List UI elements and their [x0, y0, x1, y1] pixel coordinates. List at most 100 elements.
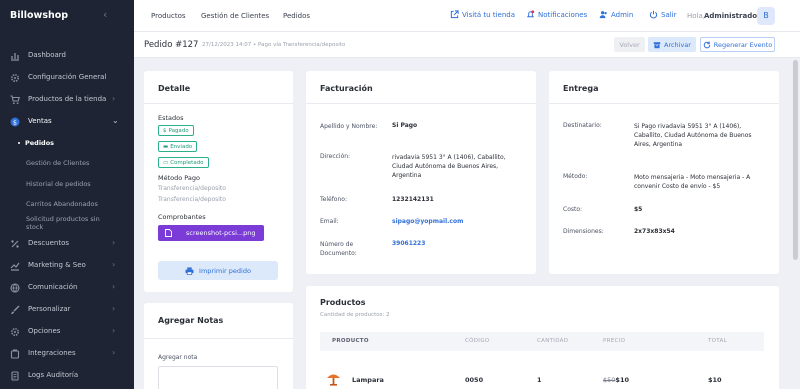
- sidebar-subitem-customers[interactable]: Gestión de Clientes: [26, 159, 89, 167]
- sidebar-subitem-orders[interactable]: Pedidos: [18, 139, 54, 147]
- chart-line-icon: [10, 262, 20, 271]
- product-code: 0050: [465, 376, 484, 384]
- chevron-down-icon: ⌄: [112, 116, 119, 125]
- billing-address-label: Dirección:: [320, 153, 351, 160]
- column-header-price: PRECIO: [603, 338, 626, 344]
- product-thumbnail: [327, 374, 340, 386]
- sidebar-item-communication[interactable]: Comunicación ›: [0, 279, 134, 297]
- chevron-right-icon: ›: [112, 238, 116, 247]
- billing-doc-label: Número de Documento:: [320, 241, 357, 257]
- sidebar-item-marketing[interactable]: Marketing & Seo ›: [0, 257, 134, 275]
- chevron-right-icon: ›: [112, 282, 116, 291]
- page-scrollbar[interactable]: [793, 60, 798, 260]
- page-title: Pedido #127: [144, 40, 199, 50]
- chevron-right-icon: ›: [112, 94, 116, 103]
- billing-phone-value: 1232142131: [392, 196, 434, 203]
- users-icon: [599, 11, 607, 19]
- product-old-price: $50: [603, 376, 616, 384]
- greeting: Hola,: [687, 12, 706, 20]
- sidebar-subitem-abandoned-carts[interactable]: Carritos Abandonados: [26, 200, 98, 208]
- column-header-total: TOTAL: [708, 338, 727, 344]
- archive-button[interactable]: Archivar: [648, 37, 696, 52]
- print-order-button[interactable]: Imprimir pedido: [158, 261, 278, 280]
- top-link-orders[interactable]: Pedidos: [283, 12, 310, 20]
- payment-method-value: Transferencia/deposito: [158, 185, 226, 192]
- gear-icon: [11, 328, 19, 336]
- add-note-textarea[interactable]: [158, 366, 278, 389]
- divider: [144, 103, 293, 104]
- product-name[interactable]: Lampara: [352, 376, 384, 384]
- delivery-recipient-label: Destinatario:: [563, 122, 602, 129]
- sidebar-subitem-stock-requests[interactable]: Solicitud productos sin stock: [26, 215, 100, 231]
- column-header-product: PRODUCTO: [332, 338, 369, 344]
- puzzle-icon: [10, 349, 20, 359]
- sidebar-item-config[interactable]: Configuración General: [0, 69, 134, 87]
- receipts-label: Comprobantes: [158, 213, 206, 221]
- file-icon: [165, 229, 172, 237]
- detail-title: Detalle: [158, 84, 191, 93]
- brush-icon: [11, 305, 20, 314]
- avatar[interactable]: B: [757, 7, 775, 25]
- chevron-right-icon: ›: [112, 304, 116, 313]
- chevron-right-icon: ›: [112, 260, 116, 269]
- sidebar-item-customize[interactable]: Personalizar ›: [0, 301, 134, 319]
- refresh-icon: [703, 41, 711, 48]
- svg-text:$: $: [13, 118, 17, 126]
- sidebar-subitem-history[interactable]: Historial de pedidos: [26, 180, 91, 188]
- add-note-label: Agregar nota: [158, 354, 198, 361]
- log-icon: [11, 371, 19, 381]
- top-link-products[interactable]: Productos: [151, 12, 186, 20]
- delivery-cost-label: Costo:: [563, 206, 583, 213]
- regenerate-event-button[interactable]: Regenerar Evento: [700, 37, 775, 52]
- truck-icon: ▬: [163, 143, 169, 150]
- bullet-icon: [18, 142, 20, 144]
- receipt-file-name: screenshot-pcsi...png: [186, 229, 256, 237]
- power-icon: [649, 10, 658, 19]
- bell-icon: [526, 10, 535, 18]
- collapse-sidebar-icon[interactable]: ‹: [103, 8, 107, 21]
- product-price: $50$10: [603, 376, 629, 384]
- logout-link[interactable]: Salir: [649, 10, 677, 19]
- visit-store-link[interactable]: Visitá tu tienda: [450, 10, 515, 19]
- products-count: Cantidad de productos: 2: [320, 312, 390, 318]
- cart-icon: [10, 95, 20, 105]
- check-icon: ▭: [163, 159, 169, 166]
- sidebar-item-dashboard[interactable]: Dashboard: [0, 47, 134, 65]
- divider: [144, 338, 293, 339]
- product-total: $10: [708, 376, 722, 384]
- dollar-icon: $: [163, 127, 167, 134]
- delivery-title: Entrega: [563, 84, 599, 93]
- products-title: Productos: [320, 298, 366, 307]
- billing-name-label: Apellido y Nombre:: [320, 123, 378, 130]
- column-header-code: CÓDIGO: [465, 338, 490, 344]
- sidebar-item-options[interactable]: Opciones ›: [0, 323, 134, 341]
- billing-email-link[interactable]: sipago@yopmail.com: [392, 218, 463, 225]
- billing-email-label: Email:: [320, 218, 339, 225]
- delivery-recipient-value: Si Pago rivadavia 5951 3° A (1406), Caba…: [634, 123, 752, 148]
- top-link-customers[interactable]: Gestión de Clientes: [201, 12, 269, 20]
- divider: [549, 103, 779, 104]
- notifications-link[interactable]: Notificaciones: [526, 10, 587, 19]
- delivery-cost-value: $5: [634, 206, 643, 213]
- status-badge-shipped: ▬ Enviado: [158, 141, 198, 152]
- printer-icon: [185, 266, 194, 275]
- billing-name-value: Si Pago: [392, 122, 418, 129]
- sidebar-item-products[interactable]: Productos de la tienda ›: [0, 91, 134, 109]
- globe-icon: [10, 283, 20, 293]
- delivery-method-label: Método:: [563, 173, 588, 180]
- admin-link[interactable]: Admin: [599, 10, 633, 19]
- order-meta: 27/12/2023 14:07 • Pago vía Transferenci…: [202, 42, 346, 48]
- sidebar-item-sales[interactable]: $ Ventas ⌄: [0, 113, 134, 131]
- billing-title: Facturación: [320, 84, 373, 93]
- sidebar-item-integrations[interactable]: Integraciones ›: [0, 345, 134, 363]
- status-badge-paid: $ Pagado: [158, 125, 194, 136]
- receipt-file-chip[interactable]: screenshot-pcsi...png: [158, 225, 264, 241]
- column-header-quantity: CANTIDAD: [537, 338, 569, 344]
- sidebar-item-discounts[interactable]: Descuentos ›: [0, 235, 134, 253]
- delivery-dims-label: Dimensiones:: [563, 228, 604, 235]
- chevron-right-icon: ›: [112, 348, 116, 357]
- back-button[interactable]: Volver: [614, 37, 645, 52]
- percent-icon: [11, 240, 19, 248]
- product-quantity: 1: [537, 376, 542, 384]
- sidebar-item-logs[interactable]: Logs Auditoría: [0, 367, 134, 385]
